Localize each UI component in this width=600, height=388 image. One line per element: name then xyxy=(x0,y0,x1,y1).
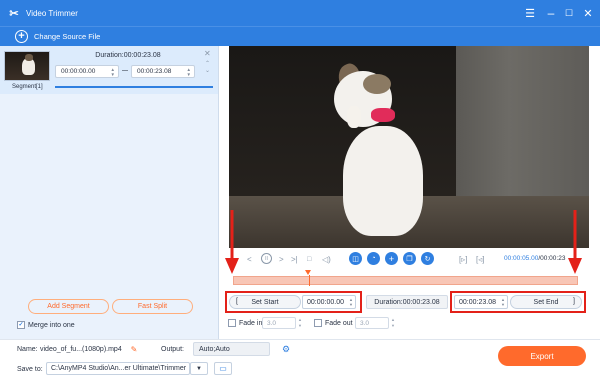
name-label: Name: xyxy=(17,346,38,353)
fade-out-option[interactable]: Fade out xyxy=(314,319,353,327)
close-button[interactable]: ✕ xyxy=(578,0,598,26)
start-time-value: 00:00:00.00 xyxy=(307,298,344,306)
fade-in-label: Fade in xyxy=(239,319,263,327)
skip-end-icon[interactable]: >| xyxy=(291,253,298,265)
snap-end-icon[interactable]: [◃] xyxy=(476,253,484,265)
merge-option[interactable]: ✓ Merge into one xyxy=(17,321,75,329)
title-bar: ✂ Video Trimmer xyxy=(0,0,600,26)
set-end-button[interactable]: Set End ] xyxy=(510,295,582,309)
segment-end-value: 00:00:23.08 xyxy=(137,68,172,75)
settings-gear-icon[interactable]: ⚙ xyxy=(280,342,292,356)
stop-icon[interactable]: □ xyxy=(307,253,311,265)
change-source-bar[interactable]: + Change Source File xyxy=(0,26,600,46)
add-icon[interactable]: + xyxy=(385,252,398,265)
fade-out-label: Fade out xyxy=(325,319,353,327)
thumbnail-cat-head xyxy=(25,54,33,61)
fade-in-spinner-icon[interactable]: ▲ ▼ xyxy=(298,317,302,329)
end-time-field[interactable]: 00:00:23.08 ▲ ▼ xyxy=(454,295,508,309)
add-circle-icon[interactable]: + xyxy=(15,30,28,43)
fade-out-field[interactable]: 3.0 xyxy=(355,317,389,329)
spinner-icon[interactable]: ▲ ▼ xyxy=(187,67,191,77)
output-label: Output: xyxy=(161,346,184,353)
time-display: 00:00:05.00/00:00:23 xyxy=(504,255,565,262)
edit-name-icon[interactable]: ✎ xyxy=(128,343,140,355)
save-to-label: Save to: xyxy=(17,366,43,373)
menu-icon[interactable]: ☰ xyxy=(520,0,540,26)
video-preview[interactable] xyxy=(229,46,589,248)
left-annotation-arrow xyxy=(225,210,239,274)
segment-item[interactable]: Segment[1] Duration:00:00:23.08 00:00:00… xyxy=(0,46,218,94)
segment-name: Segment[1] xyxy=(12,84,43,90)
start-time-field[interactable]: 00:00:00.00 ▲ ▼ xyxy=(302,295,356,309)
set-start-button[interactable]: [ Set Start xyxy=(229,295,301,309)
app-logo-icon: ✂ xyxy=(9,7,19,20)
segment-up-icon[interactable]: ⌃ xyxy=(205,60,210,67)
bracket-left-icon: [ xyxy=(236,298,238,305)
cat-collar xyxy=(371,108,395,122)
segment-start-field[interactable]: 00:00:00.00 ▲ ▼ xyxy=(55,65,119,78)
fade-out-spinner-icon[interactable]: ▲ ▼ xyxy=(391,317,395,329)
range-dash xyxy=(122,70,128,71)
current-time: 00:00:05.00 xyxy=(504,255,539,262)
previous-frame-icon[interactable]: < xyxy=(247,253,252,265)
segment-duration: Duration:00:00:23.08 xyxy=(95,52,161,59)
path-dropdown-icon[interactable]: ▼ xyxy=(190,362,208,375)
folder-icon[interactable]: ▭ xyxy=(214,362,232,375)
fade-in-field[interactable]: 3.0 xyxy=(262,317,296,329)
window-title: Video Trimmer xyxy=(26,8,78,18)
playback-controls: < II > >| □ ◁) ◫ ◔ + ❐ ↻ [▹] [◃] 00:00:0… xyxy=(229,248,589,270)
playhead-line[interactable] xyxy=(308,275,310,286)
fast-split-button[interactable]: Fast Split xyxy=(112,299,193,314)
fade-in-option[interactable]: Fade in xyxy=(228,319,262,327)
save-path-field[interactable]: C:\AnyMP4 Studio\An...er Ultimate\Trimme… xyxy=(46,362,190,375)
cat-paw xyxy=(347,106,361,128)
change-source-label[interactable]: Change Source File xyxy=(34,32,100,41)
segment-down-icon[interactable]: ⌄ xyxy=(205,67,210,74)
end-time-value: 00:00:23.08 xyxy=(459,298,496,306)
snap-start-icon[interactable]: [▹] xyxy=(459,253,467,265)
fade-in-checkbox[interactable] xyxy=(228,319,236,327)
merge-label: Merge into one xyxy=(28,321,75,329)
bracket-right-icon: ] xyxy=(573,298,575,305)
playhead-marker[interactable] xyxy=(305,270,312,275)
segment-start-value: 00:00:00.00 xyxy=(61,68,96,75)
next-frame-icon[interactable]: > xyxy=(279,253,284,265)
minimize-button[interactable]: – xyxy=(541,0,561,26)
spinner-icon[interactable]: ▲ ▼ xyxy=(501,297,505,307)
file-name: video_of_fu...(1080p).mp4 xyxy=(40,346,122,353)
timer-icon[interactable]: ◔ xyxy=(367,252,380,265)
segment-thumbnail[interactable] xyxy=(4,51,50,81)
segment-end-field[interactable]: 00:00:23.08 ▲ ▼ xyxy=(131,65,195,78)
total-time: /00:00:23 xyxy=(538,255,566,262)
export-button[interactable]: Export xyxy=(498,346,586,366)
output-format-field[interactable]: Auto;Auto xyxy=(193,342,270,356)
spinner-icon[interactable]: ▲ ▼ xyxy=(349,297,353,307)
duration-box: Duration:00:00:23.08 xyxy=(366,295,448,309)
add-segment-button[interactable]: Add Segment xyxy=(28,299,109,314)
cat-patch xyxy=(363,74,391,94)
fade-out-checkbox[interactable] xyxy=(314,319,322,327)
pause-icon[interactable]: II xyxy=(261,253,272,264)
maximize-button[interactable]: ☐ xyxy=(559,0,579,26)
segment-progress-line xyxy=(55,86,213,88)
copy-icon[interactable]: ❐ xyxy=(403,252,416,265)
segment-close-icon[interactable]: ✕ xyxy=(204,49,211,58)
segment-panel: Segment[1] Duration:00:00:23.08 00:00:00… xyxy=(0,46,219,339)
trim-timeline[interactable] xyxy=(233,276,578,285)
cat-body xyxy=(343,126,423,236)
merge-checkbox[interactable]: ✓ xyxy=(17,321,25,329)
spinner-icon[interactable]: ▲ ▼ xyxy=(111,67,115,77)
set-start-label: Set Start xyxy=(251,298,279,306)
right-annotation-arrow xyxy=(568,210,582,274)
set-end-label: Set End xyxy=(533,298,559,306)
rotate-icon[interactable]: ↻ xyxy=(421,252,434,265)
volume-icon[interactable]: ◁) xyxy=(322,253,331,265)
split-icon[interactable]: ◫ xyxy=(349,252,362,265)
